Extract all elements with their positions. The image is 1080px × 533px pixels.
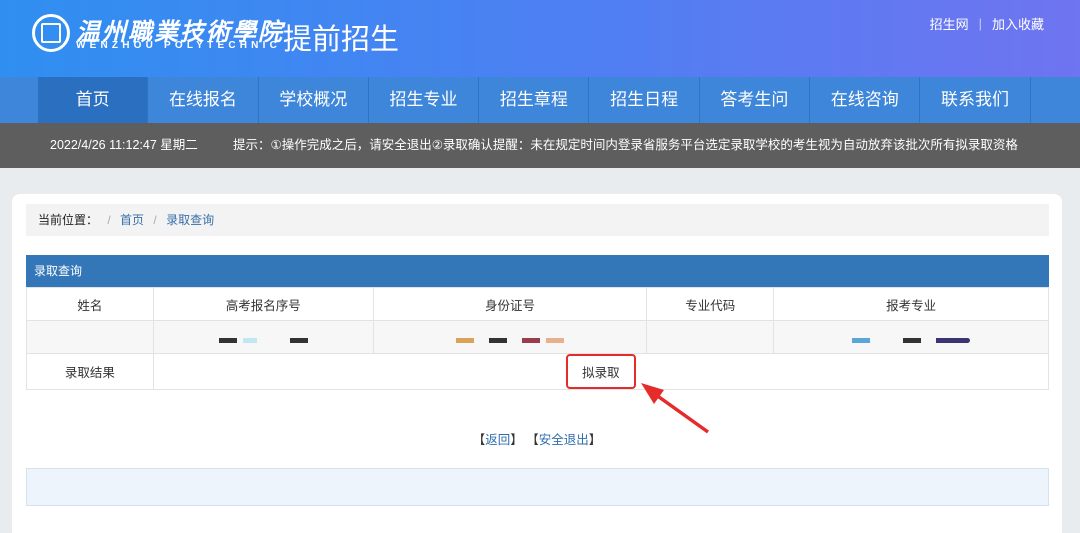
redaction-mark <box>456 338 475 344</box>
table-row <box>26 320 1049 354</box>
logout-link[interactable]: 安全退出 <box>539 433 589 447</box>
nav-item-school-overview[interactable]: 学校概况 <box>259 77 369 123</box>
nav-item-schedule[interactable]: 招生日程 <box>589 77 700 123</box>
bracket-open: 【 <box>526 433 539 447</box>
redaction-mark <box>936 338 971 344</box>
nav-item-online-apply[interactable]: 在线报名 <box>148 77 259 123</box>
redaction-mark <box>218 338 237 344</box>
nav-item-home[interactable]: 首页 <box>38 77 149 123</box>
link-separator: | <box>978 16 982 31</box>
breadcrumb-separator: / <box>153 213 157 227</box>
add-favorite-link[interactable]: 加入收藏 <box>992 14 1044 33</box>
nav-item-contact[interactable]: 联系我们 <box>920 77 1031 123</box>
breadcrumb-label: 当前位置： <box>38 213 99 227</box>
school-name-en: WENZHOU POLYTECHNIC <box>76 40 281 51</box>
notice-tip: 提示：①操作完成之后，请安全退出②录取确认提醒：未在规定时间内登录省服务平台选定… <box>233 138 1018 152</box>
redaction-mark <box>546 338 565 344</box>
nav-item-regulations[interactable]: 招生章程 <box>479 77 590 123</box>
admission-table: 姓名 高考报名序号 身份证号 专业代码 报考专业 录取结果 拟录取 <box>26 287 1050 390</box>
result-cell: 拟录取 <box>152 353 1050 390</box>
breadcrumb-home[interactable]: 首页 <box>120 213 144 227</box>
panel-title: 录取查询 <box>26 255 1049 287</box>
redaction-mark <box>489 338 508 344</box>
breadcrumb-separator: / <box>107 213 111 227</box>
page-title: 提前招生 <box>283 24 400 56</box>
content-card: 当前位置： / 首页 / 录取查询 录取查询 姓名 高考报名序号 身份证号 专业… <box>12 194 1062 533</box>
col-id-number: 身份证号 <box>372 287 648 321</box>
nav-item-consult[interactable]: 在线咨询 <box>810 77 921 123</box>
result-label: 录取结果 <box>26 353 154 390</box>
redaction-mark <box>242 338 257 344</box>
redaction-mark <box>852 338 871 344</box>
result-row: 录取结果 拟录取 <box>26 353 1050 390</box>
footer-box <box>26 468 1049 506</box>
nav-item-faq[interactable]: 答考生问 <box>700 77 811 123</box>
admission-query-panel: 录取查询 姓名 高考报名序号 身份证号 专业代码 报考专业 录取结果 拟录取 <box>26 255 1050 390</box>
breadcrumb-admission-query[interactable]: 录取查询 <box>166 213 214 227</box>
admission-site-link[interactable]: 招生网 <box>930 14 969 33</box>
cell-major-code-redacted <box>646 320 775 354</box>
nav-item-majors[interactable]: 招生专业 <box>369 77 480 123</box>
col-name: 姓名 <box>26 287 154 321</box>
notice-bar: 2022/4/26 11:12:47 星期二 提示：①操作完成之后，请安全退出②… <box>0 123 1080 168</box>
col-major-code: 专业代码 <box>646 287 775 321</box>
redaction-mark <box>903 338 922 344</box>
bracket-close: 】 <box>588 433 602 447</box>
current-datetime: 2022/4/26 11:12:47 星期二 <box>50 138 198 152</box>
bracket-close: 】 <box>510 433 523 447</box>
school-seal-icon <box>32 14 70 52</box>
site-header: 温州職業技術學院 WENZHOU POLYTECHNIC 提前招生 招生网 | … <box>0 0 1080 77</box>
top-links: 招生网 | 加入收藏 <box>930 14 1044 33</box>
redaction-mark <box>289 338 308 344</box>
cell-name-redacted <box>26 320 154 354</box>
main-nav: 首页 在线报名 学校概况 招生专业 招生章程 招生日程 答考生问 在线咨询 联系… <box>0 77 1080 123</box>
action-links: 【返回】 【安全退出】 <box>12 429 1062 448</box>
breadcrumb: 当前位置： / 首页 / 录取查询 <box>26 204 1049 236</box>
cell-id-number-redacted <box>372 320 648 354</box>
bracket-open: 【 <box>472 433 486 447</box>
back-link[interactable]: 返回 <box>485 433 510 447</box>
col-major: 报考专业 <box>773 287 1049 321</box>
table-header-row: 姓名 高考报名序号 身份证号 专业代码 报考专业 <box>26 287 1049 321</box>
nav-items: 首页 在线报名 学校概况 招生专业 招生章程 招生日程 答考生问 在线咨询 联系… <box>38 77 1031 123</box>
cell-major-redacted <box>773 320 1049 354</box>
cell-exam-number-redacted <box>152 320 374 354</box>
redaction-mark <box>522 338 541 344</box>
result-value: 拟录取 <box>566 354 636 389</box>
col-exam-number: 高考报名序号 <box>152 287 374 321</box>
